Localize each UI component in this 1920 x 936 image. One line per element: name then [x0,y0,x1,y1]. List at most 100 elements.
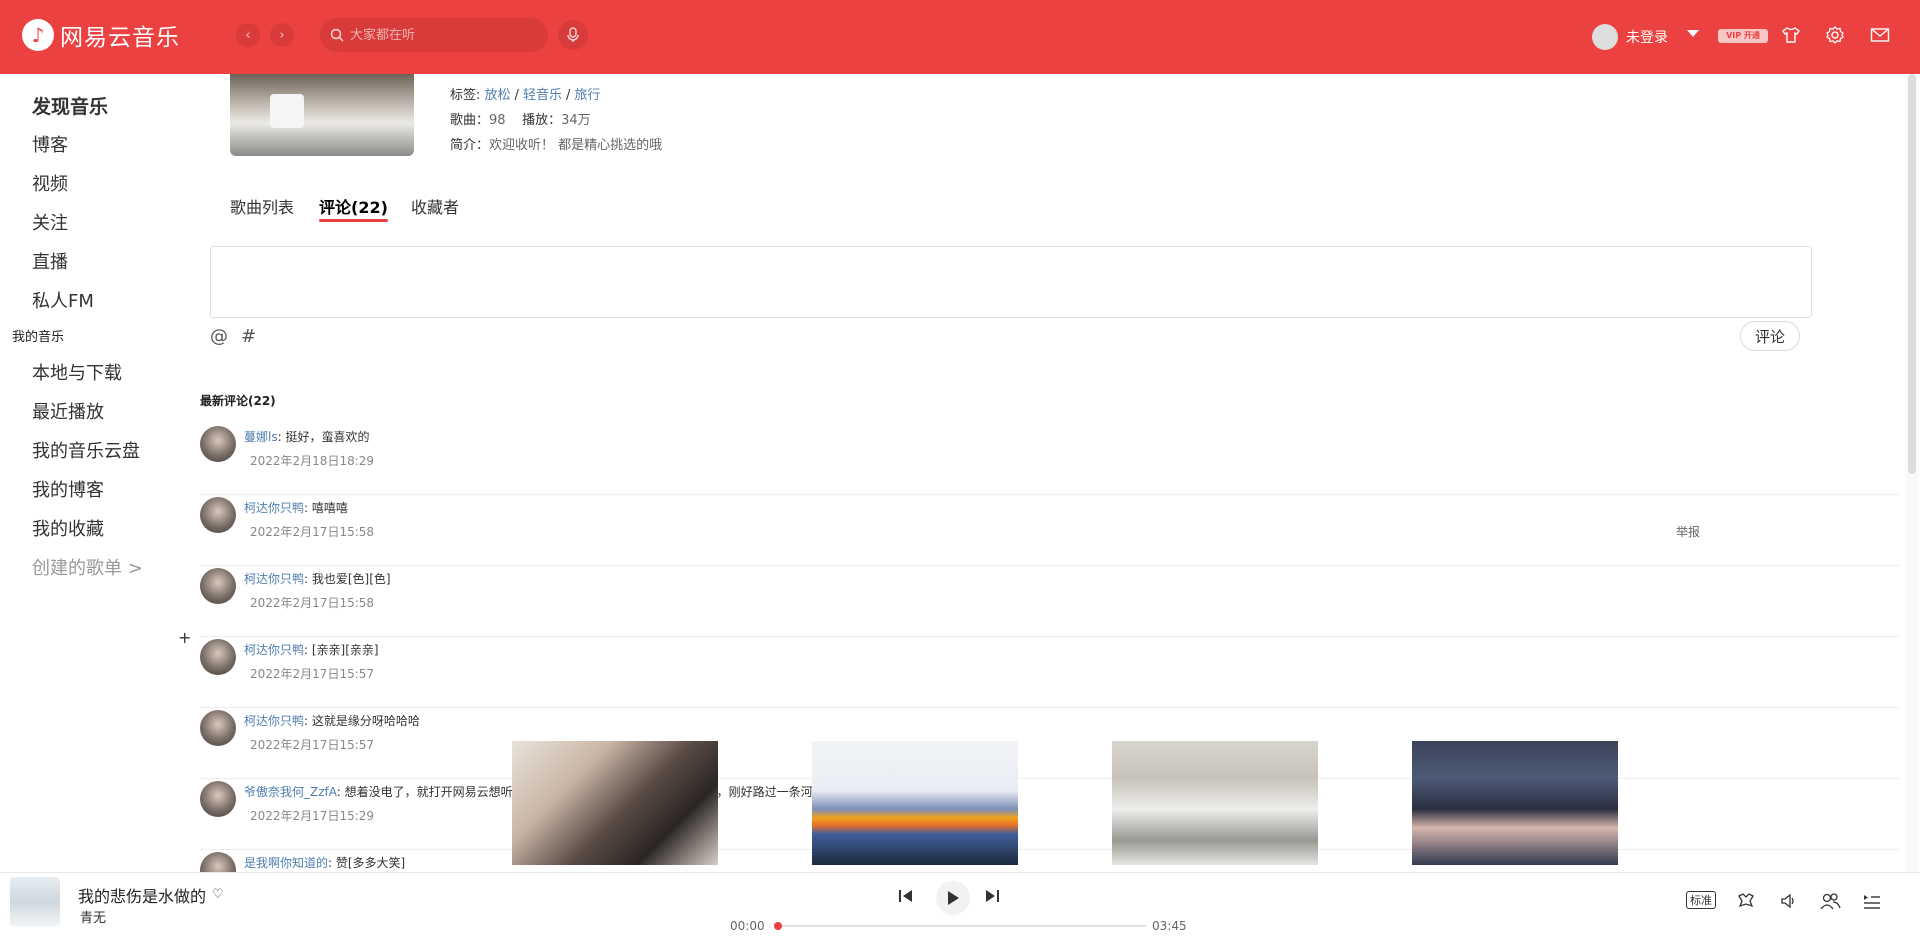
sidebar-item-collection[interactable]: 我的收藏 [32,515,104,541]
comment-item: 柯达你只鸭: 这就是缘分呀哈哈哈 2022年2月17日15:57 [200,708,1900,779]
comment-item: 柯达你只鸭: 嘻嘻嘻 2022年2月17日15:58 举报 [200,495,1900,566]
avatar[interactable] [200,852,236,872]
scrollbar[interactable] [1905,74,1919,874]
comment-username[interactable]: 柯达你只鸭 [244,643,304,657]
progress-handle[interactable] [774,922,782,930]
add-playlist-button[interactable]: + [178,628,191,647]
avatar[interactable] [200,568,236,604]
avatar[interactable] [200,426,236,462]
sidebar-item-live[interactable]: 直播 [32,248,68,274]
sidebar-item-my-podcast[interactable]: 我的博客 [32,476,104,502]
listen-together-button[interactable] [1818,889,1842,913]
avatar[interactable] [200,710,236,746]
search-icon [330,28,344,42]
report-link[interactable]: 举报 [1676,523,1700,540]
previous-icon [899,890,912,902]
shirt-icon [1782,27,1800,43]
progress-bar[interactable] [774,922,1146,930]
tab-comments[interactable]: 评论(22) [319,194,388,222]
sidebar-item-fm[interactable]: 私人FM [32,287,94,313]
back-button[interactable]: ‹ [236,23,260,47]
avatar [1592,24,1618,50]
vip-badge[interactable]: VIP 开通 [1718,29,1768,43]
playlist-intro: 简介：欢迎收听！ 都是精心挑选的哦 [450,138,663,153]
settings-button[interactable] [1824,24,1846,46]
messages-button[interactable] [1869,24,1891,46]
quality-button[interactable]: 标准 [1686,891,1716,909]
comment-username[interactable]: 爷傲奈我何_ZzfA [244,785,337,799]
comment-textarea[interactable] [211,247,1811,317]
comment-text: 挺好，蛮喜欢的 [285,430,370,444]
play-count: 34万 [561,113,591,128]
sidebar-item-local-downloads[interactable]: 本地与下载 [32,359,122,385]
sidebar: 发现音乐 博客 视频 关注 直播 私人FM 我的音乐 本地与下载 最近播放 我的… [0,74,200,874]
tag-link[interactable]: 放松 [485,88,511,103]
sound-effect-button[interactable] [1734,889,1758,913]
user-login[interactable]: 未登录 [1592,24,1668,50]
avatar[interactable] [200,781,236,817]
search-input[interactable] [350,27,530,43]
playlist-cover [230,74,414,156]
playlist-thumbnail[interactable] [1112,741,1318,865]
next-button[interactable] [984,889,1000,903]
comment-text: 这就是缘分呀哈哈哈 [311,714,420,728]
now-playing-artist[interactable]: 青无 [80,907,106,926]
skin-button[interactable] [1780,24,1802,46]
playlist-queue-button[interactable] [1860,889,1884,913]
comment-username[interactable]: 柯达你只鸭 [244,714,304,728]
avatar[interactable] [200,639,236,675]
playlist-thumbnail[interactable] [1412,741,1618,865]
forward-button[interactable]: › [270,23,294,47]
now-playing-cover[interactable] [10,877,60,927]
player-bar: 我的悲伤是水做的 ♡ 青无 00:00 03:45 标准 [0,872,1920,936]
comment-input-box[interactable] [210,246,1812,318]
sidebar-item-video[interactable]: 视频 [32,170,68,196]
next-icon [986,890,999,902]
tag-link[interactable]: 轻音乐 [523,88,562,103]
comment-time: 2022年2月17日15:58 [250,596,375,610]
previous-button[interactable] [898,889,914,903]
tab-song-list[interactable]: 歌曲列表 [230,194,294,218]
user-menu-dropdown[interactable] [1687,30,1699,37]
playlist-thumbnail[interactable] [812,741,1018,865]
now-playing-title[interactable]: 我的悲伤是水做的 [78,883,206,907]
play-button[interactable] [936,881,970,915]
scrollbar-thumb[interactable] [1908,74,1916,474]
sidebar-item-discover[interactable]: 发现音乐 [32,92,108,119]
sound-effect-icon [1738,893,1754,908]
play-icon [948,891,959,905]
comment-time: 2022年2月17日15:58 [250,525,375,539]
mention-button[interactable]: @ [210,326,228,347]
created-playlists-toggle[interactable]: 创建的歌单 > [32,554,143,580]
latest-comments-heading: 最新评论(22) [200,394,276,408]
submit-comment-button[interactable]: 评论 [1740,321,1800,351]
sidebar-item-follow[interactable]: 关注 [32,209,68,235]
tag-link[interactable]: 旅行 [574,88,600,103]
comment-username[interactable]: 蔓娜ls [244,430,278,444]
comment-text: [亲亲][亲亲] [311,643,379,657]
comment-item: 柯达你只鸭: 我也爱[色][色] 2022年2月17日15:58 [200,566,1900,637]
topic-button[interactable]: # [241,326,256,347]
playlist-thumbnail[interactable] [512,741,718,865]
voice-search-button[interactable] [558,20,588,50]
comment-username[interactable]: 是我啊你知道的 [244,856,328,870]
like-icon[interactable]: ♡ [212,887,224,902]
tab-subscribers[interactable]: 收藏者 [411,194,459,218]
app-logo[interactable]: ♪ 网易云音乐 [22,18,180,52]
comment-item: 是我啊你知道的: 赞[多多大笑] [200,850,1900,872]
sidebar-item-podcast[interactable]: 博客 [32,131,68,157]
comment-time: 2022年2月17日15:29 [250,809,375,823]
avatar[interactable] [200,497,236,533]
playlist-stats: 歌曲：98 播放：34万 [450,113,591,128]
sidebar-item-cloud[interactable]: 我的音乐云盘 [32,437,140,463]
gear-icon [1826,26,1844,44]
search-box[interactable] [320,18,548,52]
people-icon [1820,893,1841,910]
comment-username[interactable]: 柯达你只鸭 [244,501,304,515]
volume-button[interactable] [1776,889,1800,913]
comment-item: 爷傲奈我何_ZzfA: 想着没电了，就打开网易云想听会儿歌，当第二首歌欢流声响起… [200,779,1900,850]
sidebar-item-recent[interactable]: 最近播放 [32,398,104,424]
comment-username[interactable]: 柯达你只鸭 [244,572,304,586]
comment-text: 赞[多多大笑] [335,856,406,870]
comment-item: 蔓娜ls: 挺好，蛮喜欢的 2022年2月18日18:29 [200,424,1900,495]
